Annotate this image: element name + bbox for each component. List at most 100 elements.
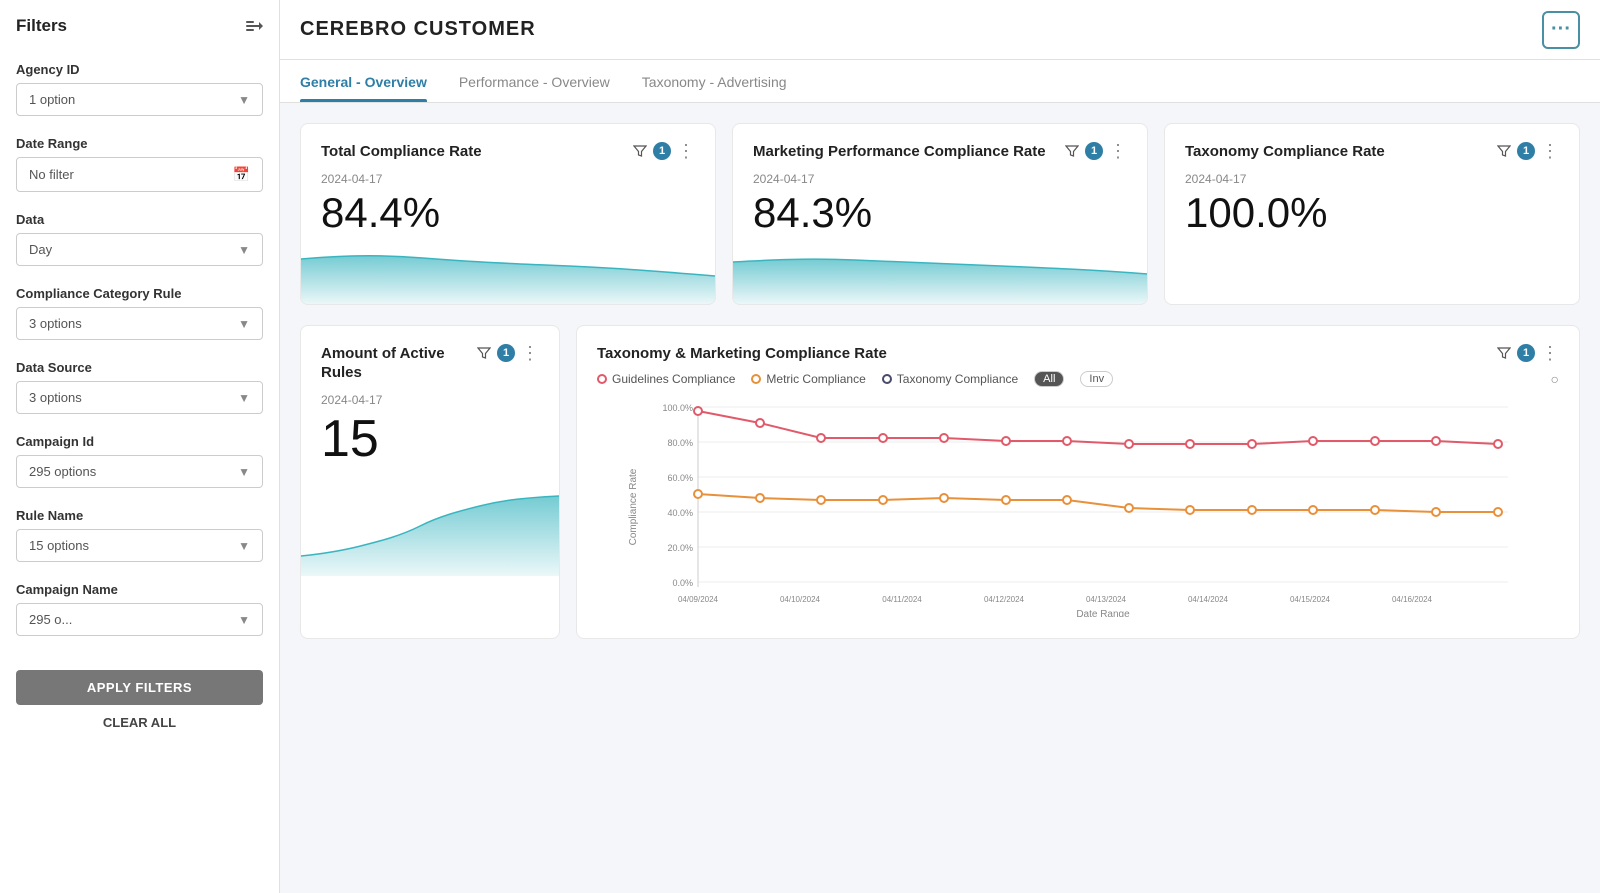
- filter-select-campaign-id[interactable]: 295 options ▼: [16, 455, 263, 488]
- tab-performance-overview[interactable]: Performance - Overview: [459, 60, 610, 102]
- legend-dot-guidelines: [597, 374, 607, 384]
- more-icon: ···: [1551, 18, 1571, 41]
- filter-group-date-range: Date Range No filter 📅: [0, 126, 279, 202]
- calendar-icon: 📅: [233, 166, 250, 183]
- card-value-total-compliance: 84.4%: [321, 190, 695, 236]
- filter-group-data: Data Day ▼: [0, 202, 279, 276]
- chart-expand-icon[interactable]: ○: [1551, 371, 1559, 387]
- card-date-total-compliance: 2024-04-17: [321, 172, 695, 186]
- filter-select-agency-id[interactable]: 1 option ▼: [16, 83, 263, 116]
- card-active-rules: Amount of Active Rules 1 ⋮ 2024-04-17 15: [300, 325, 560, 640]
- legend-item-taxonomy: Taxonomy Compliance: [882, 372, 1018, 386]
- filter-label-rule-name: Rule Name: [16, 508, 263, 523]
- card-menu-line-chart[interactable]: ⋮: [1541, 344, 1559, 362]
- svg-text:20.0%: 20.0%: [667, 543, 693, 553]
- more-options-button[interactable]: ···: [1542, 11, 1580, 49]
- filter-icon-taxonomy-compliance[interactable]: [1497, 144, 1511, 158]
- filter-select-compliance-category[interactable]: 3 options ▼: [16, 307, 263, 340]
- sidebar: Filters Agency ID 1 option ▼ Date Range …: [0, 0, 280, 893]
- svg-text:80.0%: 80.0%: [667, 438, 693, 448]
- svg-text:04/14/2024: 04/14/2024: [1188, 595, 1229, 604]
- legend-btn-inv[interactable]: Inv: [1080, 371, 1113, 387]
- filter-badge-marketing-compliance: 1: [1085, 142, 1103, 160]
- svg-text:Compliance Rate: Compliance Rate: [628, 468, 639, 545]
- filter-group-campaign-id: Campaign Id 295 options ▼: [0, 424, 279, 498]
- filter-badge-line-chart: 1: [1517, 344, 1535, 362]
- card-menu-taxonomy-compliance[interactable]: ⋮: [1541, 142, 1559, 160]
- sidebar-actions: APPLY FILTERS CLEAR ALL: [0, 654, 279, 746]
- tab-general-overview[interactable]: General - Overview: [300, 60, 427, 102]
- filter-group-agency-id: Agency ID 1 option ▼: [0, 52, 279, 126]
- filter-select-campaign-name[interactable]: 295 o... ▼: [16, 603, 263, 636]
- chart-legend: Guidelines Compliance Metric Compliance …: [597, 371, 1559, 387]
- card-value-active-rules: 15: [321, 411, 539, 468]
- legend-btn-all[interactable]: All: [1034, 371, 1064, 387]
- filter-icon-line-chart[interactable]: [1497, 346, 1511, 360]
- card-taxonomy-compliance: Taxonomy Compliance Rate 1 ⋮ 2024-04-17 …: [1164, 123, 1580, 305]
- filter-group-campaign-name: Campaign Name 295 o... ▼: [0, 572, 279, 646]
- filter-icon-total-compliance[interactable]: [633, 144, 647, 158]
- filter-select-data-source[interactable]: 3 options ▼: [16, 381, 263, 414]
- filter-label-compliance-category: Compliance Category Rule: [16, 286, 263, 301]
- svg-text:04/09/2024: 04/09/2024: [678, 595, 719, 604]
- card-actions-marketing-compliance: 1 ⋮: [1065, 142, 1127, 160]
- top-bar: CEREBRO CUSTOMER ···: [280, 0, 1600, 60]
- card-menu-active-rules[interactable]: ⋮: [521, 344, 539, 362]
- filter-badge-taxonomy-compliance: 1: [1517, 142, 1535, 160]
- card-title-taxonomy-compliance: Taxonomy Compliance Rate: [1185, 142, 1385, 162]
- filter-label-campaign-id: Campaign Id: [16, 434, 263, 449]
- legend-dot-taxonomy: [882, 374, 892, 384]
- legend-item-guidelines: Guidelines Compliance: [597, 372, 735, 386]
- sidebar-title: Filters: [16, 16, 67, 36]
- tab-taxonomy-advertising[interactable]: Taxonomy - Advertising: [642, 60, 787, 102]
- legend-label-metric: Metric Compliance: [766, 372, 865, 386]
- dashboard: Total Compliance Rate 1 ⋮ 2024-04-17 84.…: [280, 103, 1600, 893]
- card-chart-total-compliance: [301, 244, 715, 304]
- card-actions-total-compliance: 1 ⋮: [633, 142, 695, 160]
- legend-label-guidelines: Guidelines Compliance: [612, 372, 735, 386]
- filter-label-date-range: Date Range: [16, 136, 263, 151]
- top-cards-row: Total Compliance Rate 1 ⋮ 2024-04-17 84.…: [300, 123, 1580, 305]
- svg-text:0.0%: 0.0%: [672, 578, 693, 588]
- filter-badge-active-rules: 1: [497, 344, 515, 362]
- card-line-chart: Taxonomy & Marketing Compliance Rate 1 ⋮…: [576, 325, 1580, 640]
- svg-text:04/15/2024: 04/15/2024: [1290, 595, 1331, 604]
- filter-select-rule-name[interactable]: 15 options ▼: [16, 529, 263, 562]
- filter-label-agency-id: Agency ID: [16, 62, 263, 77]
- card-chart-marketing-compliance: [733, 244, 1147, 304]
- card-menu-total-compliance[interactable]: ⋮: [677, 142, 695, 160]
- card-date-active-rules: 2024-04-17: [321, 393, 539, 407]
- tab-bar: General - Overview Performance - Overvie…: [280, 60, 1600, 103]
- main-content: CEREBRO CUSTOMER ··· General - Overview …: [280, 0, 1600, 893]
- page-title: CEREBRO CUSTOMER: [300, 18, 536, 41]
- chevron-down-icon: ▼: [238, 539, 250, 553]
- filter-group-rule-name: Rule Name 15 options ▼: [0, 498, 279, 572]
- chevron-down-icon: ▼: [238, 613, 250, 627]
- chevron-down-icon: ▼: [238, 243, 250, 257]
- filter-icon-marketing-compliance[interactable]: [1065, 144, 1079, 158]
- legend-item-metric: Metric Compliance: [751, 372, 865, 386]
- legend-dot-metric: [751, 374, 761, 384]
- filter-icon-active-rules[interactable]: [477, 346, 491, 360]
- card-title-line-chart: Taxonomy & Marketing Compliance Rate: [597, 344, 887, 364]
- apply-filters-button[interactable]: APPLY FILTERS: [16, 670, 263, 705]
- card-actions-taxonomy-compliance: 1 ⋮: [1497, 142, 1559, 160]
- clear-all-button[interactable]: CLEAR ALL: [16, 715, 263, 730]
- svg-text:100.0%: 100.0%: [662, 403, 693, 413]
- collapse-sidebar-button[interactable]: [243, 16, 263, 36]
- filter-select-data[interactable]: Day ▼: [16, 233, 263, 266]
- bottom-row: Amount of Active Rules 1 ⋮ 2024-04-17 15: [300, 325, 1580, 640]
- svg-text:40.0%: 40.0%: [667, 508, 693, 518]
- line-chart-container: Compliance Rate 100.0% 80.0% 60.0% 40.0%: [597, 397, 1559, 622]
- svg-text:04/13/2024: 04/13/2024: [1086, 595, 1127, 604]
- card-marketing-compliance: Marketing Performance Compliance Rate 1 …: [732, 123, 1148, 305]
- card-chart-active-rules: [301, 476, 559, 576]
- svg-text:04/10/2024: 04/10/2024: [780, 595, 821, 604]
- chevron-down-icon: ▼: [238, 317, 250, 331]
- card-menu-marketing-compliance[interactable]: ⋮: [1109, 142, 1127, 160]
- svg-text:Date Range: Date Range: [1076, 609, 1130, 617]
- chevron-down-icon: ▼: [238, 465, 250, 479]
- card-total-compliance: Total Compliance Rate 1 ⋮ 2024-04-17 84.…: [300, 123, 716, 305]
- svg-text:04/16/2024: 04/16/2024: [1392, 595, 1433, 604]
- filter-select-date-range[interactable]: No filter 📅: [16, 157, 263, 192]
